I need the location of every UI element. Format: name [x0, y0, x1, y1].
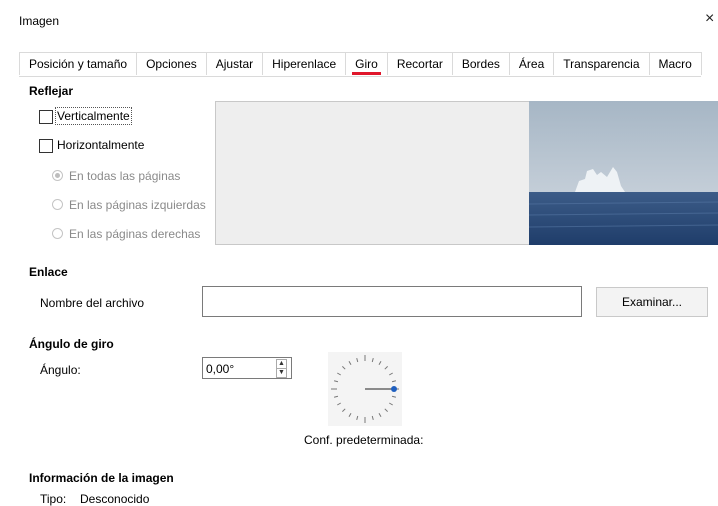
tab-transparencia[interactable]: Transparencia — [553, 52, 650, 75]
tab-recortar[interactable]: Recortar — [386, 52, 453, 75]
all-pages-radio[interactable] — [52, 170, 63, 181]
default-settings-label: Conf. predeterminada: — [304, 433, 424, 447]
filename-label: Nombre del archivo — [40, 296, 145, 310]
tab-area[interactable]: Área — [508, 52, 555, 75]
title-bar: Imagen × — [0, 0, 718, 44]
tab-posicion-tamano[interactable]: Posición y tamaño — [19, 52, 138, 75]
right-pages-radio[interactable] — [52, 228, 63, 239]
rotation-dial[interactable] — [328, 352, 402, 426]
rotation-heading: Ángulo de giro — [29, 337, 114, 351]
tab-bar: Posición y tamaño Opciones Ajustar Hiper… — [19, 52, 702, 77]
angle-value: 0,00° — [206, 362, 235, 376]
angle-label: Ángulo: — [40, 363, 81, 377]
tab-giro[interactable]: Giro — [345, 52, 388, 75]
right-pages-label: En las páginas derechas — [69, 227, 201, 241]
horizontal-label[interactable]: Horizontalmente — [57, 138, 144, 152]
image-preview — [215, 101, 718, 245]
image-info-heading: Información de la imagen — [29, 471, 174, 485]
browse-button[interactable]: Examinar... — [596, 287, 708, 317]
link-heading: Enlace — [29, 265, 68, 279]
horizontal-checkbox[interactable] — [39, 139, 53, 153]
dial-handle-icon[interactable] — [391, 386, 397, 392]
window-title: Imagen — [19, 14, 60, 28]
type-label: Tipo: — [40, 492, 67, 506]
tab-macro[interactable]: Macro — [648, 52, 702, 75]
all-pages-label: En todas las páginas — [69, 169, 181, 183]
vertical-label[interactable]: Verticalmente — [55, 107, 132, 125]
tab-hiperenlace[interactable]: Hiperenlace — [262, 52, 347, 75]
iceberg-photo — [529, 101, 718, 245]
mirror-heading: Reflejar — [29, 84, 74, 98]
tab-bordes[interactable]: Bordes — [451, 52, 510, 75]
left-pages-label: En las páginas izquierdas — [69, 198, 206, 212]
angle-spinbox[interactable]: 0,00° ▲ ▼ — [202, 357, 292, 379]
spin-down-icon[interactable]: ▼ — [276, 368, 287, 378]
type-value: Desconocido — [80, 492, 150, 506]
vertical-checkbox[interactable] — [39, 110, 53, 124]
close-icon[interactable]: × — [705, 10, 714, 28]
tab-opciones[interactable]: Opciones — [136, 52, 207, 75]
tab-ajustar[interactable]: Ajustar — [205, 52, 264, 75]
left-pages-radio[interactable] — [52, 199, 63, 210]
filename-input[interactable] — [202, 286, 582, 317]
